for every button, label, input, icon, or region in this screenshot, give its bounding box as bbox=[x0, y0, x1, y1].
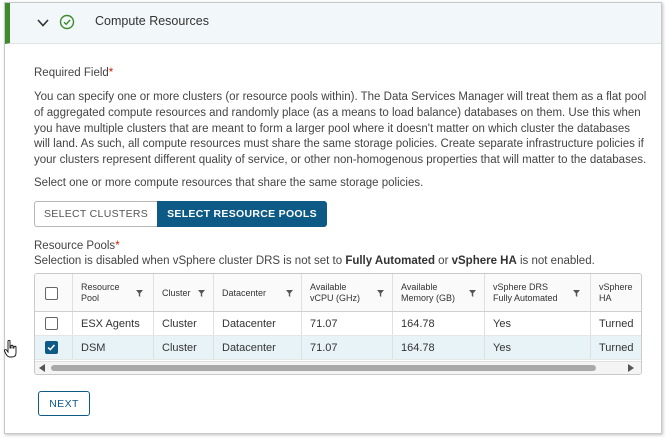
header-resource-pool-line1: Resource bbox=[81, 282, 120, 292]
select-resource-pools-button[interactable]: SELECT RESOURCE POOLS bbox=[157, 201, 327, 227]
scroll-right-icon[interactable] bbox=[628, 364, 634, 372]
cell-ha: Turned bbox=[590, 312, 641, 335]
header-ha-label: vSphere HA bbox=[599, 282, 633, 304]
resource-pools-grid: Resource Pool Cluster Datacenter Availabl… bbox=[34, 273, 642, 375]
cell-cpu-text: 71.07 bbox=[310, 342, 338, 354]
description-text: You can specify one or more clusters (or… bbox=[34, 91, 647, 167]
check-circle-icon bbox=[59, 14, 75, 30]
header-drs-label: vSphere DRS Fully Automated bbox=[493, 282, 558, 304]
panel-header[interactable]: Compute Resources bbox=[5, 3, 661, 44]
filter-icon[interactable] bbox=[286, 290, 293, 297]
header-cpu-label: Available vCPU (GHz) bbox=[310, 282, 360, 304]
header-ha-line2: HA bbox=[599, 293, 612, 303]
scroll-left-icon[interactable] bbox=[39, 364, 45, 372]
note-fully-automated: Fully Automated bbox=[345, 255, 435, 267]
header-resource-pool-label: Resource Pool bbox=[81, 282, 120, 304]
note-mid: or bbox=[434, 255, 452, 267]
hand-pointer-icon bbox=[4, 340, 17, 358]
header-memory-label: Available Memory (GB) bbox=[401, 282, 455, 304]
header-available-memory[interactable]: Available Memory (GB) bbox=[392, 274, 484, 311]
header-datacenter-label: Datacenter bbox=[222, 288, 267, 298]
cell-drs-text: Yes bbox=[493, 318, 511, 330]
header-datacenter[interactable]: Datacenter bbox=[213, 274, 301, 311]
row-checkbox[interactable] bbox=[45, 317, 58, 330]
cell-datacenter-text: Datacenter bbox=[222, 342, 276, 354]
header-available-cpu[interactable]: Available vCPU (GHz) bbox=[301, 274, 392, 311]
filter-icon[interactable] bbox=[469, 290, 476, 297]
required-star: * bbox=[108, 67, 114, 79]
horizontal-scrollbar[interactable] bbox=[35, 361, 641, 374]
scrollbar-thumb[interactable] bbox=[51, 365, 596, 371]
header-cluster-label: Cluster bbox=[162, 288, 191, 298]
row-checkbox-checked[interactable] bbox=[45, 341, 58, 354]
checkmark-icon bbox=[47, 344, 56, 351]
cell-cpu: 71.07 bbox=[301, 312, 392, 335]
header-drs-line2: Fully Automated bbox=[493, 293, 558, 303]
cell-drs: Yes bbox=[484, 312, 590, 335]
selection-note: Selection is disabled when vSphere clust… bbox=[34, 255, 595, 267]
panel-title: Compute Resources bbox=[95, 14, 209, 28]
cell-ha-text: Turned bbox=[599, 342, 634, 354]
filter-icon[interactable] bbox=[377, 290, 384, 297]
cell-datacenter: Datacenter bbox=[213, 312, 301, 335]
cell-drs-text: Yes bbox=[493, 342, 511, 354]
note-prefix: Selection is disabled when vSphere clust… bbox=[34, 255, 346, 267]
table-row[interactable]: ESX Agents Cluster Datacenter 71.07 164.… bbox=[35, 312, 641, 336]
filter-icon[interactable] bbox=[136, 290, 143, 297]
header-memory-line1: Available bbox=[401, 282, 438, 292]
cell-datacenter: Datacenter bbox=[213, 336, 301, 359]
header-resource-pool-line2: Pool bbox=[81, 293, 100, 303]
filter-icon[interactable] bbox=[573, 290, 580, 297]
header-cpu-line1: Available bbox=[310, 282, 347, 292]
chevron-down-icon[interactable] bbox=[36, 16, 50, 30]
cell-ha: Turned bbox=[590, 336, 641, 359]
cell-cluster: Cluster bbox=[153, 336, 213, 359]
grid-header: Resource Pool Cluster Datacenter Availabl… bbox=[35, 274, 641, 312]
row-select-cell bbox=[35, 312, 72, 335]
header-drs-line1: vSphere DRS bbox=[493, 282, 549, 292]
cell-cluster: Cluster bbox=[153, 312, 213, 335]
header-resource-pool[interactable]: Resource Pool bbox=[72, 274, 153, 311]
table-row[interactable]: DSM Cluster Datacenter 71.07 164.78 Yes … bbox=[35, 336, 641, 360]
cell-memory: 164.78 bbox=[392, 312, 484, 335]
header-cpu-line2: vCPU (GHz) bbox=[310, 293, 360, 303]
cell-cpu: 71.07 bbox=[301, 336, 392, 359]
selection-mode-toggle: SELECT CLUSTERS SELECT RESOURCE POOLS bbox=[34, 201, 327, 227]
resource-pools-label: Resource Pools* bbox=[34, 240, 120, 252]
header-ha-line1: vSphere bbox=[599, 282, 633, 292]
row-select-cell bbox=[35, 336, 72, 359]
cell-cluster-text: Cluster bbox=[162, 342, 197, 354]
resource-pools-text: Resource Pools bbox=[34, 240, 116, 252]
select-all-checkbox[interactable] bbox=[45, 287, 58, 300]
select-instruction: Select one or more compute resources tha… bbox=[34, 177, 424, 189]
cell-ha-text: Turned bbox=[599, 318, 634, 330]
cell-memory-text: 164.78 bbox=[401, 342, 435, 354]
cell-datacenter-text: Datacenter bbox=[222, 318, 276, 330]
note-suffix: is not enabled. bbox=[516, 255, 595, 267]
cell-memory-text: 164.78 bbox=[401, 318, 435, 330]
note-vsphere-ha: vSphere HA bbox=[451, 255, 517, 267]
resource-pools-star: * bbox=[115, 240, 120, 252]
header-select-cell bbox=[35, 274, 72, 311]
cell-resource-pool: ESX Agents bbox=[72, 312, 153, 335]
header-vsphere-ha[interactable]: vSphere HA bbox=[590, 274, 641, 311]
filter-icon[interactable] bbox=[198, 290, 205, 297]
cell-memory: 164.78 bbox=[392, 336, 484, 359]
cell-resource-pool: DSM bbox=[72, 336, 153, 359]
header-cluster[interactable]: Cluster bbox=[153, 274, 213, 311]
cell-cpu-text: 71.07 bbox=[310, 318, 338, 330]
header-vsphere-drs[interactable]: vSphere DRS Fully Automated bbox=[484, 274, 590, 311]
next-button[interactable]: NEXT bbox=[38, 391, 90, 416]
select-clusters-button[interactable]: SELECT CLUSTERS bbox=[34, 201, 158, 227]
required-field-label: Required Field* bbox=[34, 67, 113, 79]
compute-resources-panel: Compute Resources Required Field* You ca… bbox=[4, 2, 662, 434]
cell-cluster-text: Cluster bbox=[162, 318, 197, 330]
header-memory-line2: Memory (GB) bbox=[401, 293, 455, 303]
cell-resource-pool-text: DSM bbox=[81, 342, 106, 354]
required-field-text: Required Field bbox=[34, 67, 109, 79]
cell-resource-pool-text: ESX Agents bbox=[81, 318, 140, 330]
cell-drs: Yes bbox=[484, 336, 590, 359]
